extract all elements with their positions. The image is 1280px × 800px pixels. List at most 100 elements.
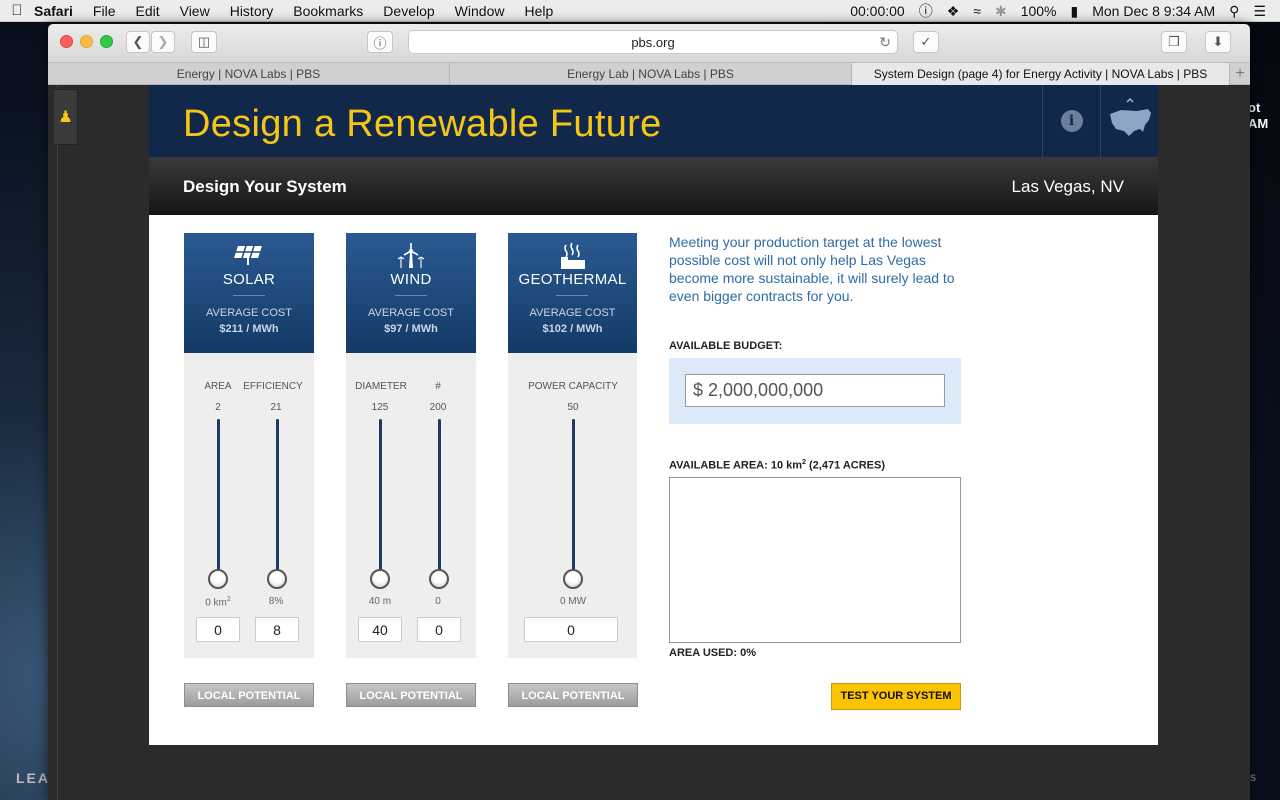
bluetooth-icon[interactable]: ✱ <box>995 3 1007 20</box>
count-min: 0 <box>435 596 441 607</box>
tab-energy-lab[interactable]: Energy Lab | NOVA Labs | PBS <box>450 63 852 85</box>
power-capacity-input[interactable] <box>524 617 618 642</box>
geothermal-cost: $102 / MWh <box>542 323 603 335</box>
desktop-text-2: AM <box>1248 116 1269 131</box>
area-used-label: AREA USED: 0% <box>669 647 756 659</box>
reader-icon[interactable]: ⓘ <box>367 31 393 53</box>
zoom-window-button[interactable] <box>100 35 113 48</box>
menu-window[interactable]: Window <box>455 3 505 19</box>
efficiency-min: 8% <box>268 596 284 607</box>
info-button[interactable]: i <box>1042 85 1100 157</box>
area-available-acres: (2,471 ACRES) <box>805 459 886 472</box>
wind-avg-label: AVERAGE COST <box>368 307 454 319</box>
area-available-text: AVAILABLE AREA: 10 km <box>669 459 803 472</box>
geothermal-local-potential-button[interactable]: LOCAL POTENTIAL <box>508 683 638 707</box>
menu-history[interactable]: History <box>230 3 274 19</box>
solar-controls: AREA 2 0 km2 EFFICIENCY 21 8% <box>184 353 314 658</box>
menu-help[interactable]: Help <box>524 3 553 19</box>
show-tabs-icon[interactable]: ❐ <box>1161 31 1187 53</box>
diameter-slider-track[interactable] <box>379 419 382 579</box>
wifi-icon[interactable]: ≈ <box>973 3 981 19</box>
menu-file[interactable]: File <box>93 3 116 19</box>
area-slider-track[interactable] <box>217 419 220 579</box>
dropbox-icon[interactable]: ❖ <box>947 3 960 20</box>
geothermal-name: GEOTHERMAL <box>518 271 627 288</box>
apple-icon[interactable]:  <box>0 2 34 19</box>
area-input[interactable] <box>196 617 240 642</box>
count-slider-handle[interactable] <box>429 569 449 589</box>
forward-button[interactable]: ❯ <box>151 31 175 53</box>
status-icon[interactable]: ⓘ <box>919 1 933 21</box>
minimize-window-button[interactable] <box>80 35 93 48</box>
test-system-button[interactable]: TEST YOUR SYSTEM <box>831 683 961 710</box>
wind-cost: $97 / MWh <box>384 323 438 335</box>
geothermal-plant-icon <box>508 243 637 269</box>
web-content: ♟ Design a Renewable Future i Design You… <box>48 85 1250 800</box>
menu-view[interactable]: View <box>180 3 210 19</box>
section-title: Design Your System <box>183 177 347 196</box>
solar-avg-label: AVERAGE COST <box>206 307 292 319</box>
desktop-text-left: LEA <box>16 770 50 786</box>
menu-edit[interactable]: Edit <box>135 3 159 19</box>
intro-text: Meeting your production target at the lo… <box>669 234 955 304</box>
user-profile-icon[interactable]: ♟ <box>54 89 78 145</box>
us-map-button[interactable] <box>1100 85 1158 157</box>
count-input[interactable] <box>417 617 461 642</box>
count-slider-track[interactable] <box>438 419 441 579</box>
battery-icon[interactable]: ▮ <box>1071 3 1079 20</box>
address-bar[interactable]: pbs.org ↻ <box>408 30 898 54</box>
sidebar-toggle-icon[interactable]: ◫ <box>191 31 217 53</box>
wind-name: WIND <box>390 271 432 288</box>
power-capacity-slider-track[interactable] <box>572 419 575 579</box>
efficiency-input[interactable] <box>255 617 299 642</box>
diameter-min: 40 m <box>368 596 392 607</box>
efficiency-slider-handle[interactable] <box>267 569 287 589</box>
budget-input[interactable] <box>685 374 945 407</box>
wind-local-potential-button[interactable]: LOCAL POTENTIAL <box>346 683 476 707</box>
reload-icon[interactable]: ↻ <box>879 34 891 51</box>
power-capacity-min: 0 MW <box>559 596 587 607</box>
power-capacity-slider-handle[interactable] <box>563 569 583 589</box>
close-window-button[interactable] <box>60 35 73 48</box>
notification-center-icon[interactable]: ☰ <box>1253 3 1266 20</box>
desktop-text-right: s <box>1250 770 1256 784</box>
us-map-icon <box>1109 98 1151 136</box>
section-bar: Design Your System Las Vegas, NV <box>149 157 1158 215</box>
timer-text[interactable]: 00:00:00 <box>850 3 905 19</box>
power-capacity-max: 50 <box>567 402 579 413</box>
spotlight-icon[interactable]: ⚲ <box>1229 3 1239 20</box>
menu-bookmarks[interactable]: Bookmarks <box>293 3 363 19</box>
pocket-icon[interactable]: ✓ <box>913 31 939 53</box>
power-capacity-label: POWER CAPACITY <box>528 381 618 392</box>
geothermal-controls: POWER CAPACITY 50 0 MW <box>508 353 637 658</box>
tab-bar: Energy | NOVA Labs | PBS Energy Lab | NO… <box>48 62 1250 85</box>
menu-app[interactable]: Safari <box>34 3 73 19</box>
diameter-input[interactable] <box>358 617 402 642</box>
page-banner: Design a Renewable Future i <box>149 85 1158 157</box>
browser-toolbar: ❮ ❯ ◫ ⓘ pbs.org ↻ ✓ ❐ ⬇ <box>48 24 1250 62</box>
downloads-icon[interactable]: ⬇ <box>1205 31 1231 53</box>
info-icon: i <box>1060 110 1083 132</box>
battery-text[interactable]: 100% <box>1021 3 1057 19</box>
energy-lab-page: Design a Renewable Future i Design Your … <box>149 85 1158 745</box>
tab-energy[interactable]: Energy | NOVA Labs | PBS <box>48 63 450 85</box>
solar-divider <box>233 295 265 296</box>
menubar:  Safari File Edit View History Bookmark… <box>0 0 1280 22</box>
tab-system-design[interactable]: System Design (page 4) for Energy Activi… <box>852 63 1230 85</box>
clock-text[interactable]: Mon Dec 8 9:34 AM <box>1092 3 1215 19</box>
area-label: AREA <box>204 381 232 392</box>
wind-controls: DIAMETER 125 40 m # 200 0 <box>346 353 476 658</box>
solar-local-potential-button[interactable]: LOCAL POTENTIAL <box>184 683 314 707</box>
solar-panel-icon <box>184 243 314 269</box>
menu-develop[interactable]: Develop <box>383 3 434 19</box>
count-label: # <box>435 381 441 392</box>
area-map-canvas[interactable] <box>669 477 961 643</box>
back-button[interactable]: ❮ <box>126 31 150 53</box>
efficiency-max: 21 <box>270 402 282 413</box>
budget-panel <box>669 358 961 424</box>
solar-header: SOLAR AVERAGE COST $211 / MWh <box>184 233 314 353</box>
efficiency-slider-track[interactable] <box>276 419 279 579</box>
new-tab-button[interactable]: + <box>1230 63 1250 85</box>
diameter-slider-handle[interactable] <box>370 569 390 589</box>
area-slider-handle[interactable] <box>208 569 228 589</box>
